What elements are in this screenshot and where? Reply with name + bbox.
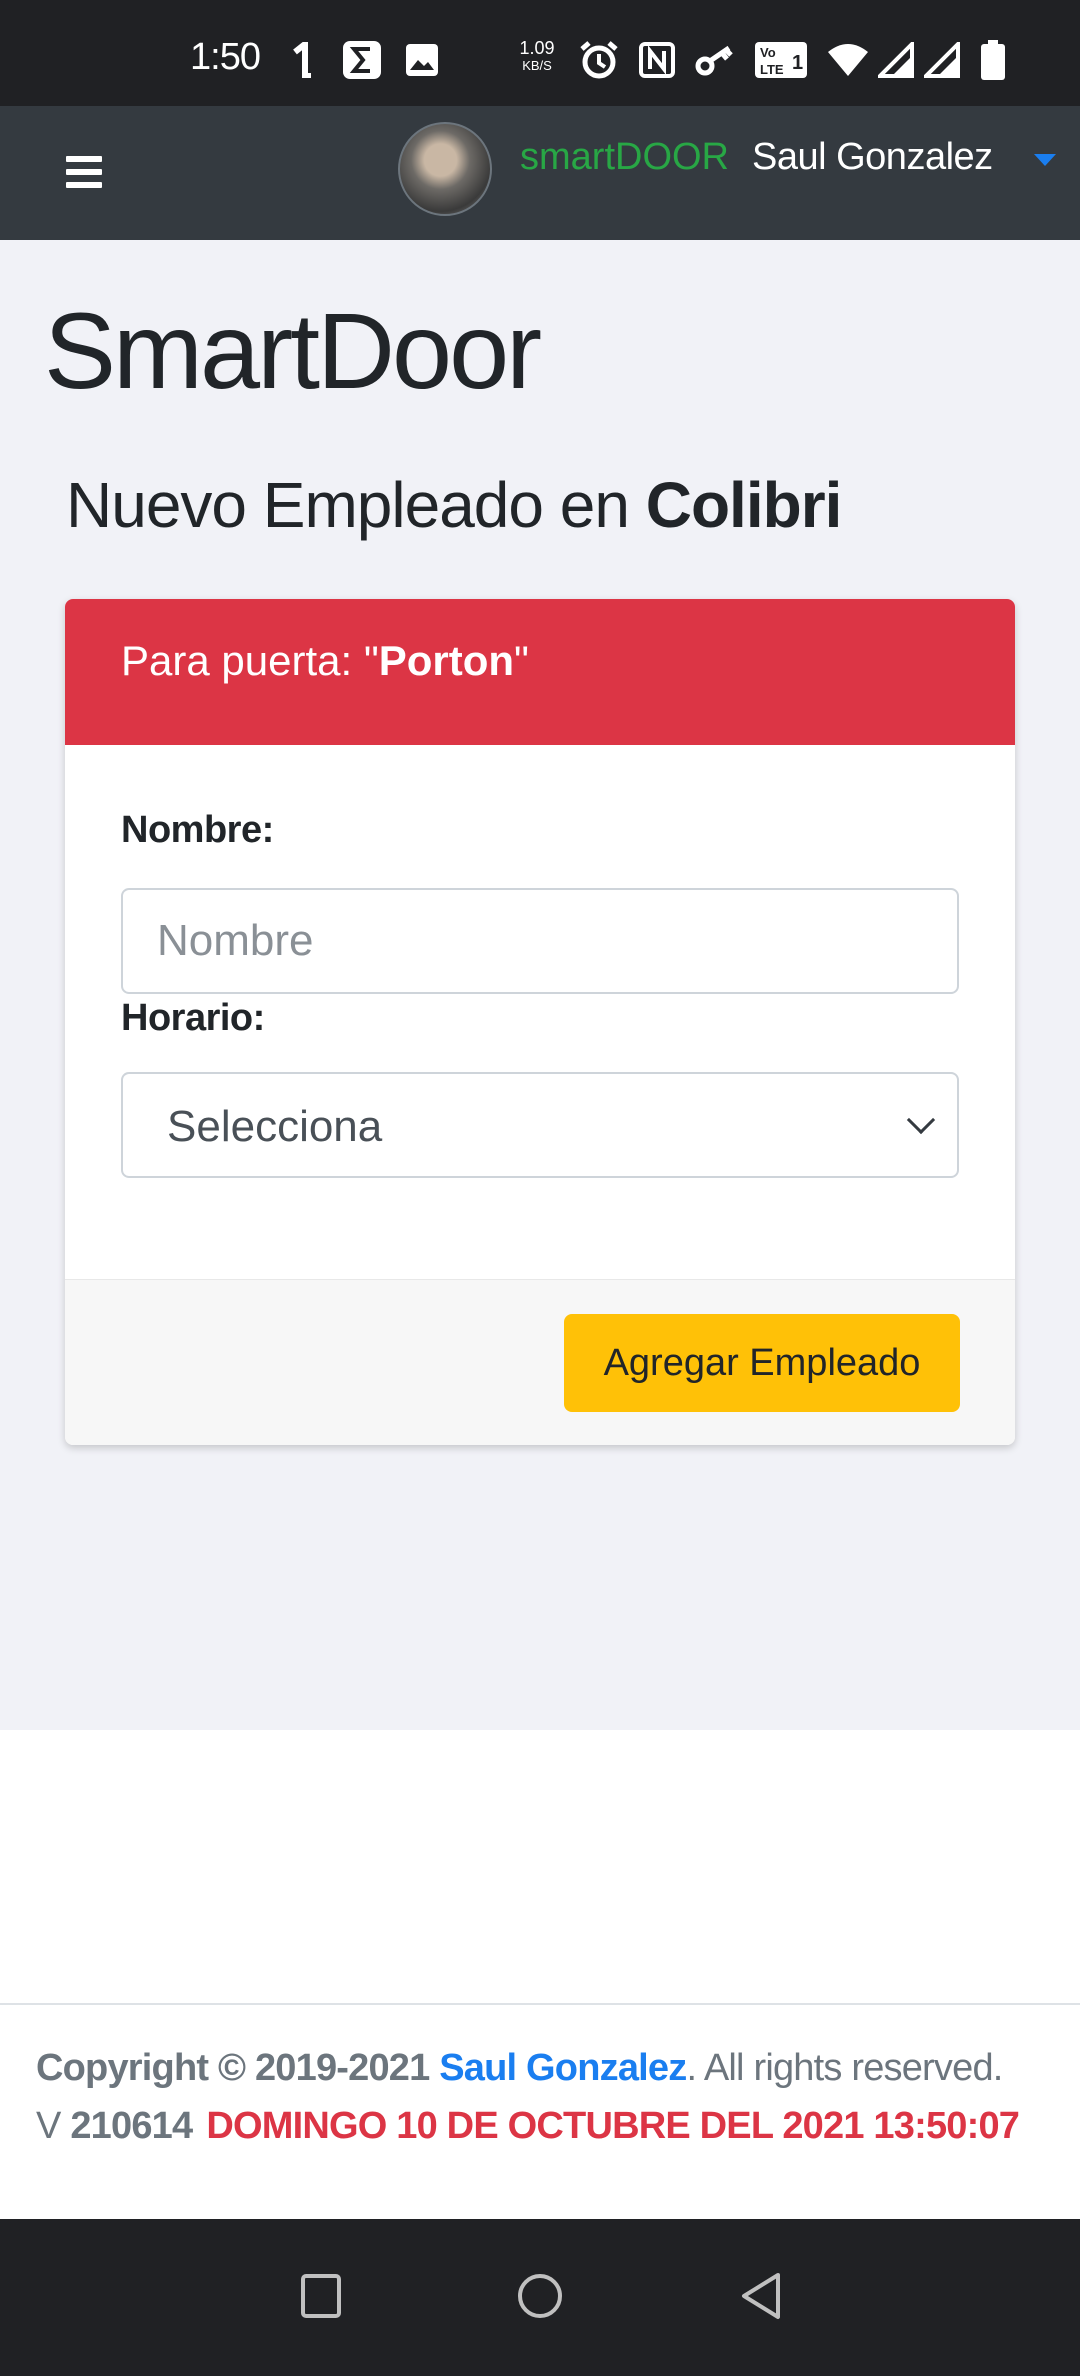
page-title: SmartDoor	[44, 290, 542, 411]
status-time: 1:50	[190, 36, 261, 78]
chevron-down-icon	[906, 1105, 936, 1135]
add-employee-button[interactable]: Agregar Empleado	[564, 1314, 960, 1412]
horario-label: Horario:	[121, 997, 265, 1039]
status-bar: 1:50 1.09 KB/S Vo LTE 1	[0, 0, 1080, 106]
horario-selected-value: Selecciona	[167, 1102, 383, 1151]
network-speed: 1.09 KB/S	[516, 38, 558, 74]
brand-label[interactable]: smartDOOR	[520, 136, 729, 179]
home-icon[interactable]	[518, 2274, 562, 2318]
signal-icon	[878, 40, 914, 80]
version-number: 210614	[70, 2105, 193, 2147]
recents-icon[interactable]	[301, 2274, 341, 2318]
svg-text:LTE: LTE	[760, 62, 784, 77]
user-name[interactable]: Saul Gonzalez	[752, 136, 993, 179]
header-suffix: "	[514, 637, 529, 684]
copyright-suffix: . All rights reserved.	[686, 2047, 1003, 2089]
version-text: V 210614	[36, 2105, 193, 2147]
version-line: V 210614 DOMINGO 10 DE OCTUBRE DEL 2021 1…	[36, 2105, 1020, 2148]
card-footer: Agregar Empleado	[65, 1279, 1015, 1445]
chevron-down-icon[interactable]	[1034, 154, 1056, 166]
subtitle-prefix: Nuevo Empleado en	[66, 469, 646, 541]
copyright-text: Copyright © 2019-2021 Saul Gonzalez. All…	[36, 2047, 1003, 2090]
avatar[interactable]	[398, 122, 492, 216]
top-navbar: smartDOOR Saul Gonzalez	[0, 106, 1080, 240]
new-employee-card: Para puerta: "Porton" Nombre: Horario: S…	[65, 599, 1015, 1445]
nfc-icon	[638, 40, 676, 80]
company-name: Colibri	[645, 469, 843, 541]
nombre-input[interactable]	[121, 888, 959, 994]
version-label: V	[36, 2105, 71, 2147]
back-icon[interactable]	[738, 2271, 782, 2326]
sigma-icon	[342, 40, 382, 80]
copyright-prefix: Copyright © 2019-2021	[36, 2047, 440, 2089]
speed-value: 1.09	[519, 38, 555, 58]
notification-icon	[288, 40, 318, 80]
page-subtitle: Nuevo Empleado en Colibri	[66, 468, 843, 542]
speed-unit: KB/S	[522, 58, 552, 73]
header-prefix: Para puerta: "	[121, 637, 379, 684]
author-link[interactable]: Saul Gonzalez	[439, 2047, 687, 2089]
horario-select[interactable]: Selecciona	[121, 1072, 959, 1178]
main-content: SmartDoor Nuevo Empleado en Colibri Para…	[0, 240, 1080, 1730]
key-icon	[694, 40, 736, 80]
wifi-icon	[826, 40, 870, 80]
page-footer: Copyright © 2019-2021 Saul Gonzalez. All…	[0, 2003, 1080, 2219]
volte-icon: Vo LTE 1	[754, 40, 808, 80]
card-header: Para puerta: "Porton"	[65, 599, 1015, 745]
alarm-icon	[578, 40, 620, 80]
image-icon	[404, 40, 440, 80]
svg-text:Vo: Vo	[760, 45, 776, 60]
svg-text:1: 1	[792, 52, 803, 74]
door-name: Porton	[378, 637, 515, 684]
nombre-label: Nombre:	[121, 809, 274, 851]
hamburger-icon[interactable]	[66, 156, 102, 188]
current-datetime: DOMINGO 10 DE OCTUBRE DEL 2021 13:50:07	[206, 2105, 1020, 2147]
android-navigation-bar	[0, 2219, 1080, 2376]
signal-icon	[924, 40, 960, 80]
battery-icon	[978, 40, 1008, 80]
